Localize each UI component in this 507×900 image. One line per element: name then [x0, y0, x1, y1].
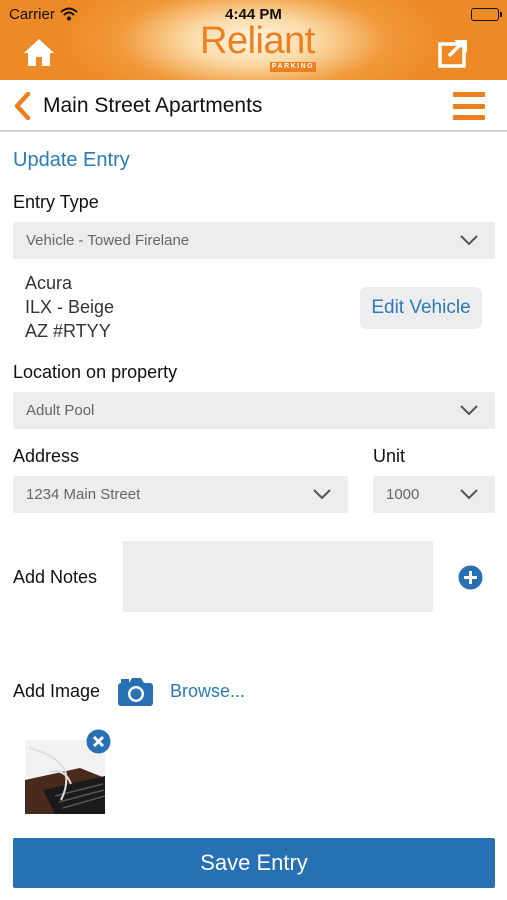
battery-icon — [471, 8, 502, 21]
close-circle-icon — [86, 729, 111, 754]
home-icon — [24, 39, 54, 66]
entry-type-value: Vehicle - Towed Firelane — [26, 232, 190, 249]
top-app-bar: Carrier 4:44 PM Reliant PARKING — [0, 0, 507, 80]
vehicle-plate: AZ #RTYY — [25, 321, 111, 341]
chevron-down-icon — [460, 235, 478, 246]
vehicle-make: Acura — [25, 273, 73, 293]
location-select[interactable]: Adult Pool — [13, 392, 495, 429]
menu-bar-middle — [453, 104, 485, 109]
remove-image-button[interactable] — [86, 729, 111, 754]
address-select[interactable]: 1234 Main Street — [13, 476, 348, 513]
logo-subtext: PARKING — [270, 62, 316, 72]
address-label: Address — [13, 446, 80, 466]
hamburger-menu-button[interactable] — [453, 92, 485, 120]
location-label: Location on property — [13, 362, 178, 382]
reliant-parking-logo: Reliant PARKING — [196, 20, 326, 76]
section-title: Update Entry — [13, 149, 130, 171]
page-header: Main Street Apartments — [0, 80, 507, 132]
vehicle-model-color: ILX - Beige — [25, 297, 115, 317]
page-title: Main Street Apartments — [43, 94, 263, 117]
update-entry-screen: Carrier 4:44 PM Reliant PARKING Main Str… — [0, 0, 507, 900]
browse-link[interactable]: Browse... — [170, 681, 245, 702]
notes-textarea[interactable] — [123, 541, 433, 612]
camera-icon — [118, 678, 153, 706]
chevron-down-icon — [460, 489, 478, 500]
share-button[interactable] — [437, 36, 471, 68]
camera-button[interactable] — [117, 677, 154, 707]
address-value: 1234 Main Street — [26, 486, 141, 503]
chevron-down-icon — [460, 405, 478, 416]
share-icon — [438, 40, 467, 68]
add-image-label: Add Image — [13, 681, 101, 701]
entry-type-select[interactable]: Vehicle - Towed Firelane — [13, 222, 495, 259]
unit-select[interactable]: 1000 — [373, 476, 495, 513]
back-button[interactable] — [12, 91, 34, 121]
chevron-left-icon — [14, 91, 31, 121]
logo-wordmark: Reliant — [200, 20, 315, 62]
home-button[interactable] — [22, 36, 56, 68]
unit-label: Unit — [373, 446, 406, 466]
location-value: Adult Pool — [26, 402, 95, 419]
menu-bar-top — [453, 92, 485, 97]
add-note-button[interactable] — [458, 565, 483, 590]
menu-bar-bottom — [453, 115, 485, 120]
unit-value: 1000 — [386, 486, 420, 503]
plus-circle-icon — [458, 565, 483, 590]
add-notes-label: Add Notes — [13, 567, 98, 587]
entry-type-label: Entry Type — [13, 192, 99, 212]
save-entry-button[interactable]: Save Entry — [13, 838, 495, 888]
edit-vehicle-button[interactable]: Edit Vehicle — [360, 287, 482, 329]
chevron-down-icon — [313, 489, 331, 500]
